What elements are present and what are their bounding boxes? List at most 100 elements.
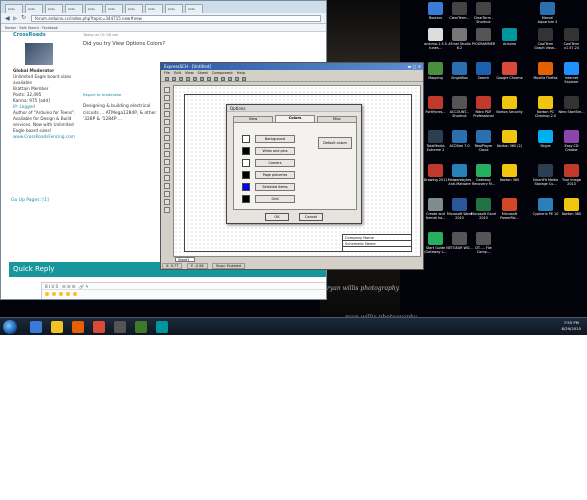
browser-tab[interactable]: Ardu — [125, 4, 143, 13]
reload-icon[interactable]: ↻ — [21, 14, 26, 21]
desktop-icon[interactable]: Mapping — [422, 62, 449, 80]
sch-title-bar[interactable]: ExpressSCH - [Untitled] ▬ ▢ ✕ — [161, 63, 423, 70]
toolbar-tool-icon[interactable] — [186, 77, 190, 81]
browser-tab[interactable]: Ardu — [165, 4, 183, 13]
toolbar-tool-icon[interactable] — [207, 77, 211, 81]
desktop-icon[interactable]: Arduino — [496, 28, 523, 46]
menu-view[interactable]: View — [185, 71, 194, 75]
sheet-tab[interactable]: Sheet1 — [175, 257, 195, 262]
drawing-tool-icon[interactable] — [164, 191, 170, 197]
desktop-icon[interactable]: Skype — [532, 130, 559, 148]
desktop-icon[interactable]: Nero StartSm... — [558, 96, 585, 114]
back-icon[interactable]: ◀ — [5, 15, 10, 22]
color-swatch[interactable] — [242, 183, 250, 191]
desktop-icon[interactable]: ClearTerm... — [446, 2, 473, 20]
drawing-tool-icon[interactable] — [164, 119, 170, 125]
color-button[interactable]: Grid — [255, 195, 295, 203]
reply-editor[interactable]: B I U S ☰ ☰ ☰ 🔗 ✎ — [41, 282, 326, 299]
color-swatch[interactable] — [242, 159, 250, 167]
drawing-tool-icon[interactable] — [164, 87, 170, 93]
desktop-icon[interactable]: Easy CD Creator — [558, 130, 585, 152]
desktop-icon[interactable]: Nitro PDF Professional — [470, 96, 497, 118]
desktop-icon[interactable]: True Image 2013 — [558, 164, 585, 186]
desktop-icon[interactable]: Marvel Aquarium 3 — [534, 2, 561, 24]
desktop-icon[interactable]: Internet Explorer — [558, 62, 585, 84]
toolbar-tool-icon[interactable] — [242, 77, 246, 81]
desktop-icon[interactable]: Microsoft Excel 2010 — [470, 198, 497, 220]
poster-name[interactable]: CrossRoads — [13, 32, 81, 38]
clock[interactable]: 7:55 PM 8/29/2015 — [562, 320, 581, 332]
color-button[interactable]: Selected items — [255, 183, 295, 191]
color-button[interactable]: Background — [255, 135, 295, 143]
desktop-icon[interactable]: Cypherix PE 10 — [532, 198, 559, 216]
desktop-icon[interactable]: Drawing 2011 — [422, 164, 449, 182]
desktop-icon[interactable]: RealPlayer Cloud — [470, 130, 497, 152]
desktop-icon[interactable]: arduino-1.5.5 tunes... — [422, 28, 449, 50]
drawing-tool-icon[interactable] — [164, 159, 170, 165]
toolbar-tool-icon[interactable] — [165, 77, 169, 81]
menu-file[interactable]: File — [164, 71, 170, 75]
browser-tab[interactable]: Ardu — [185, 4, 203, 13]
window-controls-icon[interactable]: ▬ ▢ ✕ — [408, 63, 421, 70]
toolbar-tool-icon[interactable] — [228, 77, 232, 81]
page-nav[interactable]: Go Up Pages: [1] — [11, 198, 49, 203]
color-swatch[interactable] — [242, 147, 250, 155]
drawing-tool-icon[interactable] — [164, 207, 170, 213]
desktop-icon[interactable]: CoolTerm v1.57.24 — [558, 28, 585, 50]
desktop-icon[interactable]: Mozilla Firefox — [532, 62, 559, 80]
default-colors-button[interactable]: Default colors — [318, 137, 352, 149]
color-swatch[interactable] — [242, 195, 250, 203]
desktop-icon[interactable]: Norton 360 — [558, 198, 585, 216]
tab-colors[interactable]: Colors — [275, 115, 315, 122]
color-button[interactable]: Wires and pins — [255, 147, 295, 155]
desktop-icon[interactable]: Routers — [422, 2, 449, 20]
drawing-tool-icon[interactable] — [164, 127, 170, 133]
menu-sheet[interactable]: Sheet — [198, 71, 208, 75]
toolbar-tool-icon[interactable] — [179, 77, 183, 81]
status-snap[interactable]: Snap: Enabled — [211, 263, 246, 269]
desktop-icon[interactable]: ACDSee 7.0 — [446, 130, 473, 148]
toolbar-tool-icon[interactable] — [172, 77, 176, 81]
desktop-icon[interactable]: Gateway Recovery M... — [470, 164, 497, 186]
browser-tab[interactable]: Ardu — [145, 4, 163, 13]
desktop-icon[interactable]: Microsoft Word 2010 — [446, 198, 473, 220]
start-button[interactable] — [3, 320, 17, 334]
menu-edit[interactable]: Edit — [174, 71, 181, 75]
toolbar-tool-icon[interactable] — [235, 77, 239, 81]
drawing-tool-icon[interactable] — [164, 183, 170, 189]
desktop-icon[interactable]: PrOGRAMMER — [470, 28, 497, 46]
desktop-icon[interactable]: ATmel Studio 6.2 — [446, 28, 473, 50]
drawing-tool-icon[interactable] — [164, 175, 170, 181]
desktop-icon[interactable]: Fortifynes... — [422, 96, 449, 114]
taskbar-app-icon[interactable] — [51, 321, 63, 333]
smiley-icon[interactable] — [73, 292, 77, 296]
desktop-icon[interactable]: Malwarebytes Anti-Malware — [446, 164, 473, 186]
menu-component[interactable]: Component — [212, 71, 233, 75]
desktop-icon[interactable]: CoolTerm Graph View... — [532, 28, 559, 50]
drawing-tool-icon[interactable] — [164, 135, 170, 141]
poster-site-link[interactable]: www.CrossRoadsFencing.com — [13, 134, 81, 140]
browser-tab[interactable]: Ardu — [45, 4, 63, 13]
color-swatch[interactable] — [242, 135, 250, 143]
taskbar-app-icon[interactable] — [156, 321, 168, 333]
options-dialog[interactable]: Options View Colors Misc Default colors … — [226, 104, 362, 224]
bookmarks-bar[interactable]: Norton · Safe Search · Facebook — [1, 24, 326, 32]
taskbar-app-icon[interactable] — [93, 321, 105, 333]
taskbar-app-icon[interactable] — [30, 321, 42, 333]
toolbar-tool-icon[interactable] — [200, 77, 204, 81]
desktop-icon[interactable]: Microsoft PowerPoi... — [496, 198, 523, 220]
browser-tab[interactable]: Ardu — [85, 4, 103, 13]
url-input[interactable]: forum.arduino.cc/index.php?topic=344715.… — [31, 15, 321, 22]
toolbar-tool-icon[interactable] — [221, 77, 225, 81]
color-button[interactable]: Page pieceries — [255, 171, 295, 179]
browser-tab[interactable]: Ardu — [65, 4, 83, 13]
drawing-tool-icon[interactable] — [164, 111, 170, 117]
browser-tab[interactable]: Ardu — [5, 4, 23, 13]
smiley-icon[interactable] — [59, 292, 63, 296]
browser-tab[interactable]: Ardu — [105, 4, 123, 13]
drawing-tool-icon[interactable] — [164, 167, 170, 173]
emoji-row[interactable] — [42, 290, 326, 299]
desktop-icon[interactable]: Search — [470, 62, 497, 80]
desktop-icon[interactable]: DT..... File Comp... — [470, 232, 497, 254]
desktop-icon[interactable]: NETGEAR WG... — [446, 232, 473, 250]
